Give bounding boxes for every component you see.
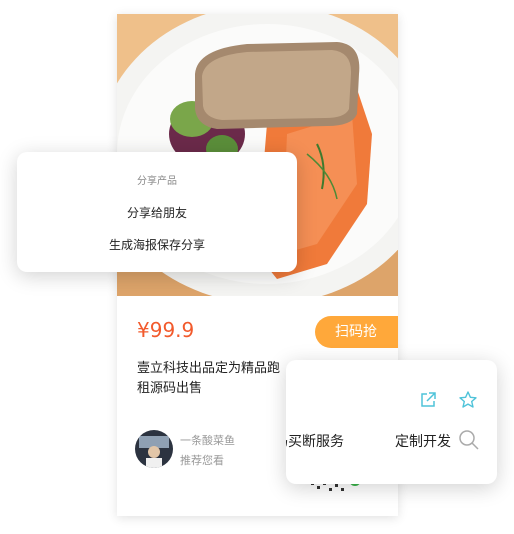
custom-development-item[interactable]: 定制开发 [395, 431, 451, 451]
share-popup-heading: 分享产品 [137, 176, 177, 187]
author-name: 一条酸菜鱼 [180, 434, 235, 447]
avatar[interactable] [135, 430, 173, 468]
search-icon[interactable] [458, 429, 480, 451]
product-price: ¥99.9 [137, 318, 195, 342]
scan-to-buy-button[interactable]: 扫码抢 [315, 316, 398, 348]
star-icon[interactable] [458, 390, 478, 410]
service-popup: 码买断服务 定制开发 [286, 360, 497, 484]
buyout-service-item[interactable]: 码买断服务 [286, 431, 344, 451]
share-to-friends-option[interactable]: 分享给朋友 [17, 204, 297, 221]
share-popup: 分享产品 分享给朋友 生成海报保存分享 [17, 152, 297, 272]
author-subtitle: 推荐您看 [180, 454, 224, 467]
generate-poster-option[interactable]: 生成海报保存分享 [17, 236, 297, 253]
external-link-icon[interactable] [419, 391, 437, 409]
